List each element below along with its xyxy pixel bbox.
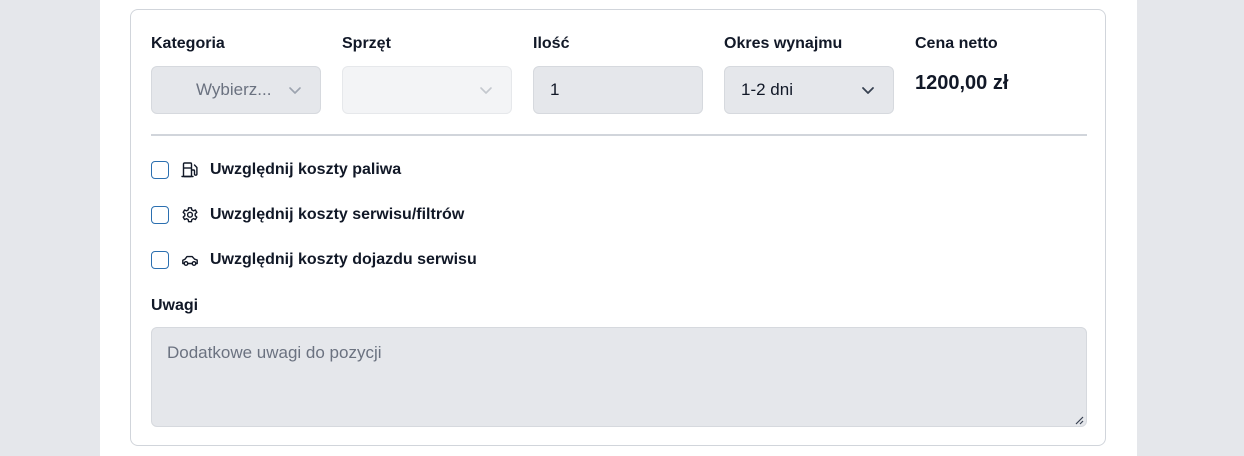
option-travel-costs[interactable]: Uwzględnij koszty dojazdu serwisu: [151, 249, 477, 271]
divider: [151, 134, 1087, 136]
chevron-down-icon: [862, 87, 874, 94]
rental-period-select[interactable]: 1-2 dni: [724, 66, 894, 114]
chevron-down-icon: [480, 87, 492, 94]
travel-costs-label: Uwzględnij koszty dojazdu serwisu: [210, 251, 477, 268]
fuel-costs-checkbox[interactable]: [151, 161, 169, 179]
category-select-value: Wybierz...: [196, 80, 272, 99]
rental-period-label: Okres wynajmu: [724, 35, 843, 52]
car-icon: [182, 255, 198, 266]
quantity-input[interactable]: 1: [533, 66, 703, 114]
travel-costs-checkbox[interactable]: [151, 251, 169, 269]
net-price-label: Cena netto: [915, 35, 998, 52]
fuel-pump-icon: [181, 162, 198, 178]
chevron-down-icon: [289, 87, 301, 94]
quantity-label: Ilość: [533, 35, 570, 52]
equipment-select[interactable]: [342, 66, 512, 114]
quantity-input-value: 1: [550, 80, 560, 99]
notes-label: Uwagi: [151, 297, 199, 314]
option-service-costs[interactable]: Uwzględnij koszty serwisu/filtrów: [151, 204, 464, 226]
resize-handle-icon[interactable]: [1074, 415, 1084, 425]
service-costs-label: Uwzględnij koszty serwisu/filtrów: [210, 206, 465, 223]
rental-period-select-value: 1-2 dni: [741, 80, 793, 99]
category-select[interactable]: Wybierz...: [151, 66, 321, 114]
category-label: Kategoria: [151, 35, 225, 52]
service-costs-checkbox[interactable]: [151, 206, 169, 224]
notes-textarea[interactable]: [151, 327, 1087, 427]
gear-icon: [182, 207, 198, 223]
net-price-value: 1200,00 zł: [915, 72, 1009, 94]
option-fuel-costs[interactable]: Uwzględnij koszty paliwa: [151, 159, 401, 181]
equipment-label: Sprzęt: [342, 35, 391, 52]
fuel-costs-label: Uwzględnij koszty paliwa: [210, 161, 402, 178]
